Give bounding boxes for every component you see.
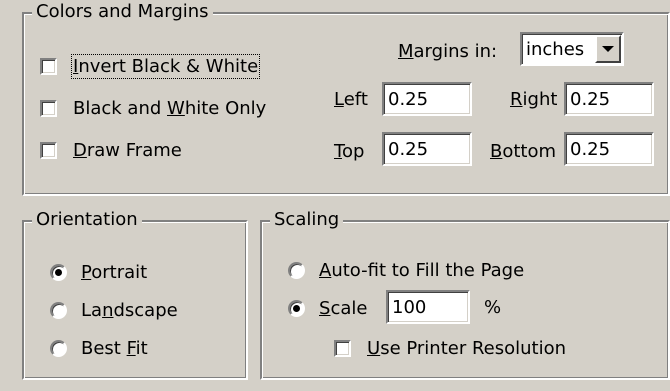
margins-in-label: Margins in:: [398, 40, 497, 64]
orientation-group: Orientation Portrait Landscape Best Fit: [22, 209, 248, 380]
printer-resolution-label: Use Printer Resolution: [367, 338, 566, 359]
draw-frame-label-rest: raw Frame: [86, 140, 182, 161]
bw-only-checkbox[interactable]: [40, 100, 57, 117]
printer-resolution-label-rest: se Printer Resolution: [380, 338, 567, 359]
left-margin-label-rest: eft: [343, 89, 368, 110]
auto-fit-label-rest: uto-fit to Fill the Page: [331, 260, 525, 281]
portrait-label: Portrait: [81, 262, 147, 283]
draw-frame-checkbox-row[interactable]: Draw Frame: [40, 140, 182, 161]
draw-frame-label: Draw Frame: [73, 140, 182, 161]
bottom-margin-input[interactable]: [564, 132, 654, 166]
best-fit-radio-row[interactable]: Best Fit: [50, 338, 148, 359]
bw-only-accesskey: W: [167, 98, 185, 119]
top-margin-label-rest: op: [341, 141, 365, 162]
landscape-label-prefix: La: [81, 300, 103, 321]
printer-resolution-accesskey: U: [367, 338, 381, 359]
invert-bw-checkbox[interactable]: [40, 58, 57, 75]
printer-resolution-checkbox-row[interactable]: Use Printer Resolution: [334, 338, 566, 359]
landscape-radio[interactable]: [50, 302, 67, 319]
top-margin-label: Top: [334, 140, 364, 164]
orientation-legend: Orientation: [32, 209, 142, 231]
scale-percent-input[interactable]: [386, 290, 470, 324]
auto-fit-radio-row[interactable]: Auto-fit to Fill the Page: [288, 260, 524, 281]
bottom-margin-label: Bottom: [490, 140, 556, 164]
margin-units-select[interactable]: inches: [520, 32, 624, 66]
top-margin-input[interactable]: [382, 132, 472, 166]
portrait-radio-row[interactable]: Portrait: [50, 262, 147, 283]
bw-only-label: Black and White Only: [73, 98, 266, 119]
auto-fit-radio[interactable]: [288, 262, 305, 279]
bw-only-label-rest: hite Only: [184, 98, 267, 119]
best-fit-label-rest: it: [135, 338, 148, 359]
best-fit-label-prefix: Best: [81, 338, 127, 359]
scale-radio[interactable]: [288, 300, 305, 317]
scale-radio-row[interactable]: Scale: [288, 298, 367, 319]
bw-only-label-prefix: Black and: [73, 98, 168, 119]
right-margin-accesskey: R: [510, 89, 523, 110]
right-margin-input[interactable]: [564, 82, 654, 116]
colors-margins-group: Colors and Margins Invert Black & White …: [22, 1, 670, 196]
invert-bw-label: Invert Black & White: [70, 54, 261, 79]
scale-label-rest: cale: [330, 298, 368, 319]
percent-label: %: [484, 297, 502, 318]
landscape-label-rest: dscape: [113, 300, 178, 321]
bw-only-checkbox-row[interactable]: Black and White Only: [40, 98, 266, 119]
scaling-group: Scaling Auto-fit to Fill the Page Scale …: [260, 209, 670, 380]
margins-in-label-rest: argins in:: [413, 41, 498, 62]
portrait-radio[interactable]: [50, 264, 67, 281]
invert-bw-label-rest: nvert Black & White: [78, 56, 259, 77]
best-fit-radio[interactable]: [50, 340, 67, 357]
scale-accesskey: S: [319, 298, 331, 319]
auto-fit-accesskey: A: [319, 260, 332, 281]
draw-frame-accesskey: D: [73, 140, 87, 161]
margin-units-dropdown-button[interactable]: [595, 35, 621, 63]
bottom-margin-accesskey: B: [490, 141, 503, 162]
printer-resolution-checkbox[interactable]: [334, 340, 351, 357]
right-margin-label-rest: ight: [522, 89, 558, 110]
best-fit-label: Best Fit: [81, 338, 148, 359]
landscape-label: Landscape: [81, 300, 178, 321]
bottom-margin-label-rest: ottom: [502, 141, 557, 162]
left-margin-accesskey: L: [334, 89, 344, 110]
landscape-accesskey: n: [102, 300, 114, 321]
colors-margins-legend: Colors and Margins: [32, 1, 213, 23]
scale-label: Scale: [319, 298, 367, 319]
margins-in-accesskey: M: [398, 41, 414, 62]
landscape-radio-row[interactable]: Landscape: [50, 300, 178, 321]
margin-units-value: inches: [526, 38, 585, 60]
invert-bw-checkbox-row[interactable]: Invert Black & White: [40, 54, 261, 79]
draw-frame-checkbox[interactable]: [40, 142, 57, 159]
auto-fit-label: Auto-fit to Fill the Page: [319, 260, 524, 281]
scaling-legend: Scaling: [270, 209, 344, 231]
chevron-down-icon: [602, 46, 614, 52]
portrait-accesskey: P: [81, 262, 92, 283]
left-margin-label: Left: [334, 88, 368, 112]
left-margin-input[interactable]: [382, 82, 472, 116]
top-margin-accesskey: T: [334, 141, 342, 162]
portrait-label-rest: ortrait: [91, 262, 148, 283]
best-fit-accesskey: F: [126, 338, 136, 359]
right-margin-label: Right: [510, 88, 557, 112]
